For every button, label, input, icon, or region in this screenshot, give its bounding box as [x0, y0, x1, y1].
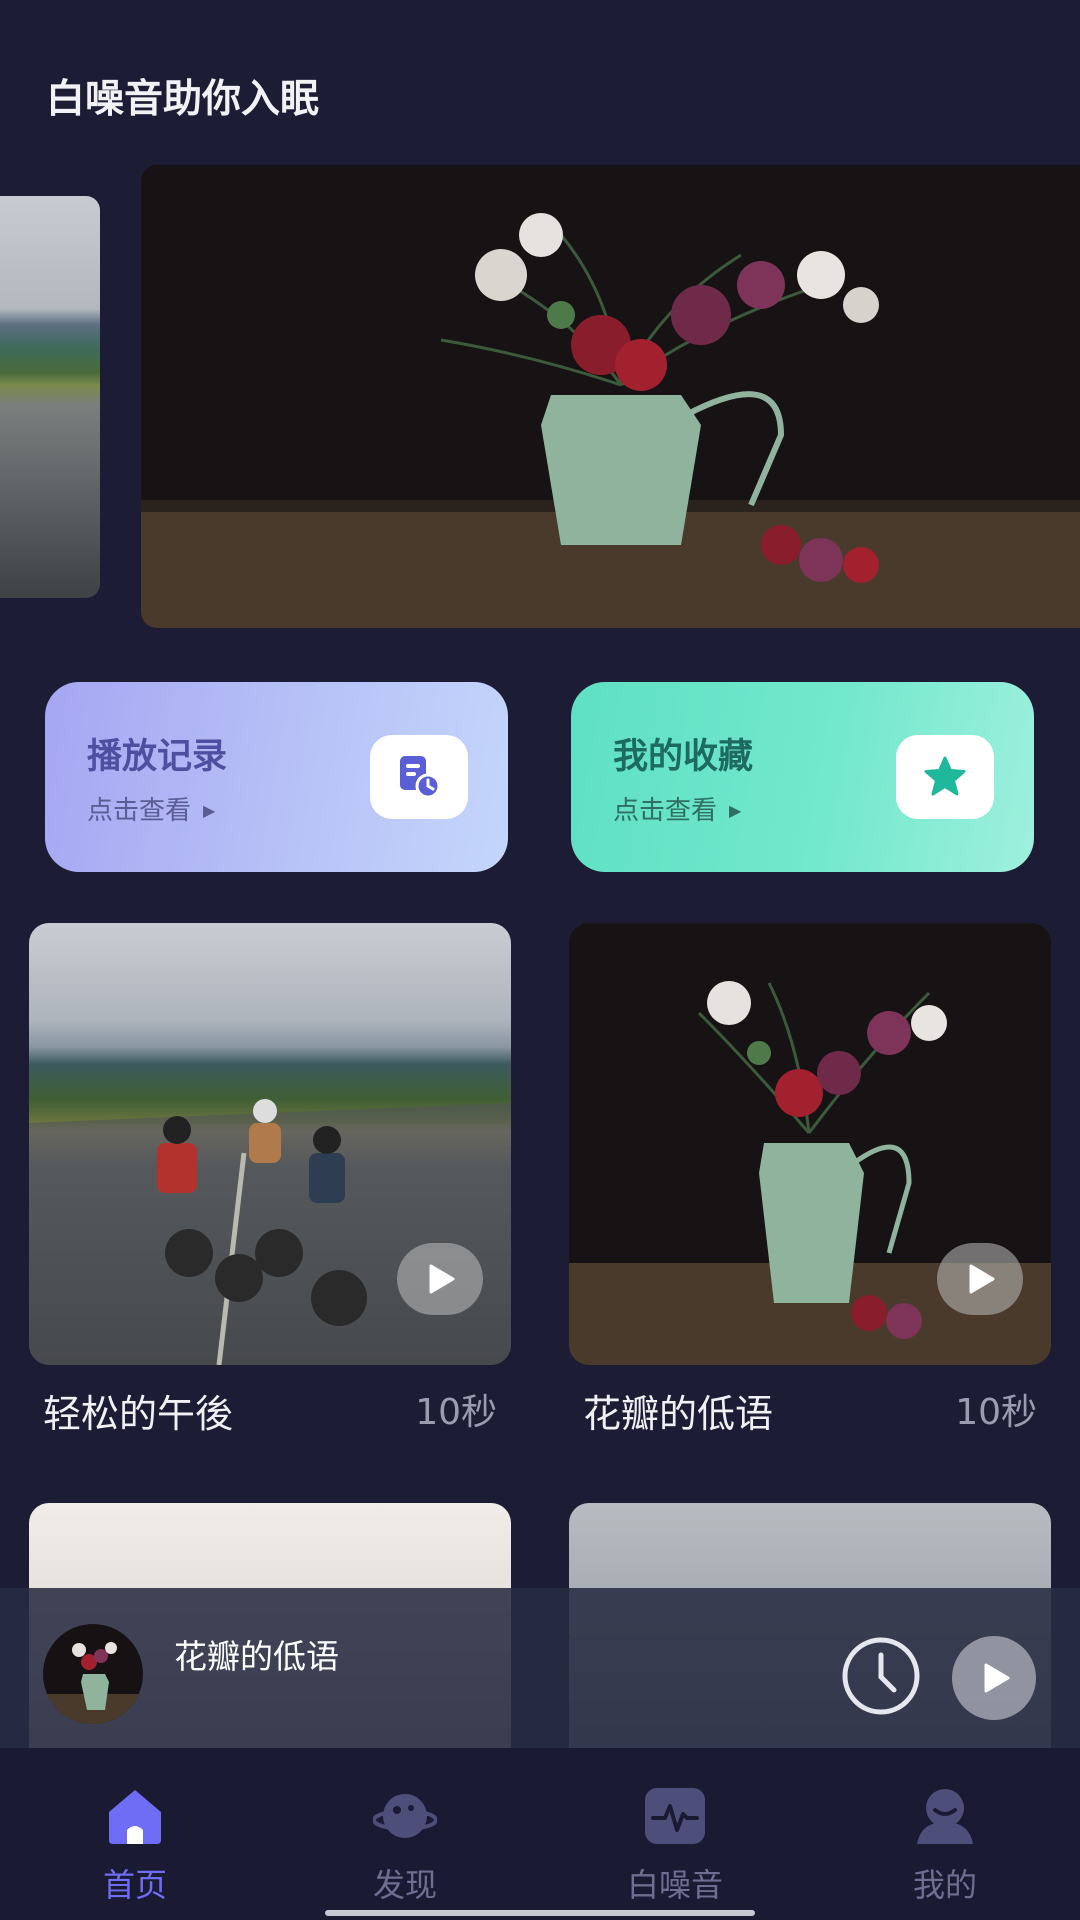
planet-icon: [373, 1794, 437, 1838]
favorites-subtitle: 点击查看 ▶: [613, 790, 741, 827]
waveform-icon: [645, 1788, 705, 1844]
now-playing-title: 花瓣的低语: [174, 1637, 339, 1676]
favorites-card[interactable]: 我的收藏 点击查看 ▶: [571, 682, 1034, 872]
arrow-right-icon: ▶: [203, 801, 216, 820]
play-history-subtitle-text: 点击查看: [87, 796, 192, 826]
play-button[interactable]: [397, 1243, 483, 1315]
play-icon: [969, 1264, 995, 1294]
nav-item-home[interactable]: 首页: [35, 1748, 235, 1920]
mini-player[interactable]: 花瓣的低语: [0, 1588, 1080, 1748]
nav-item-discover[interactable]: 发现: [305, 1748, 505, 1920]
media-title: 轻松的午後: [43, 1392, 234, 1436]
bottom-nav: 首页 发现 白噪音 我的: [0, 1748, 1080, 1920]
play-history-subtitle: 点击查看 ▶: [87, 790, 215, 827]
media-thumbnail[interactable]: [29, 923, 511, 1365]
play-icon: [429, 1264, 455, 1294]
banner-slide-current[interactable]: [141, 165, 1080, 628]
nav-label-profile: 我的: [912, 1866, 977, 1904]
media-title: 花瓣的低语: [583, 1392, 774, 1436]
play-history-title: 播放记录: [87, 737, 228, 777]
media-duration: 10秒: [955, 1392, 1037, 1433]
nav-label-home: 首页: [102, 1866, 167, 1904]
nav-label-white-noise: 白噪音: [626, 1866, 723, 1904]
media-card[interactable]: 轻松的午後 10秒: [29, 923, 511, 1445]
history-doc-clock-icon: [400, 756, 441, 799]
media-duration: 10秒: [415, 1392, 497, 1433]
home-icon: [109, 1790, 161, 1844]
play-button[interactable]: [937, 1243, 1023, 1315]
mini-play-button[interactable]: [952, 1636, 1036, 1720]
sleep-timer-button[interactable]: [840, 1635, 922, 1717]
media-info: 轻松的午後 10秒: [29, 1365, 511, 1445]
arrow-right-icon: ▶: [729, 801, 742, 820]
play-icon: [984, 1663, 1010, 1693]
bouquet-image: [141, 165, 1080, 628]
app-title: 白噪音助你入眠: [46, 77, 320, 122]
favorites-title: 我的收藏: [613, 737, 754, 777]
star-icon: [924, 756, 966, 796]
nav-item-white-noise[interactable]: 白噪音: [575, 1748, 775, 1920]
nav-label-discover: 发现: [372, 1866, 437, 1904]
favorites-icon-box: [896, 735, 994, 819]
now-playing-cover[interactable]: [43, 1624, 143, 1724]
play-history-card[interactable]: 播放记录 点击查看 ▶: [45, 682, 508, 872]
media-info: 花瓣的低语 10秒: [569, 1365, 1051, 1445]
bouquet-image: [43, 1642, 143, 1724]
favorites-subtitle-text: 点击查看: [613, 796, 718, 826]
clock-icon: [842, 1637, 920, 1715]
nav-item-profile[interactable]: 我的: [845, 1748, 1045, 1920]
banner-slide-prev[interactable]: [0, 196, 100, 598]
media-thumbnail[interactable]: [569, 923, 1051, 1365]
profile-icon: [917, 1789, 973, 1844]
home-indicator: [325, 1910, 755, 1916]
history-icon-box: [370, 735, 468, 819]
media-card[interactable]: 花瓣的低语 10秒: [569, 923, 1051, 1445]
